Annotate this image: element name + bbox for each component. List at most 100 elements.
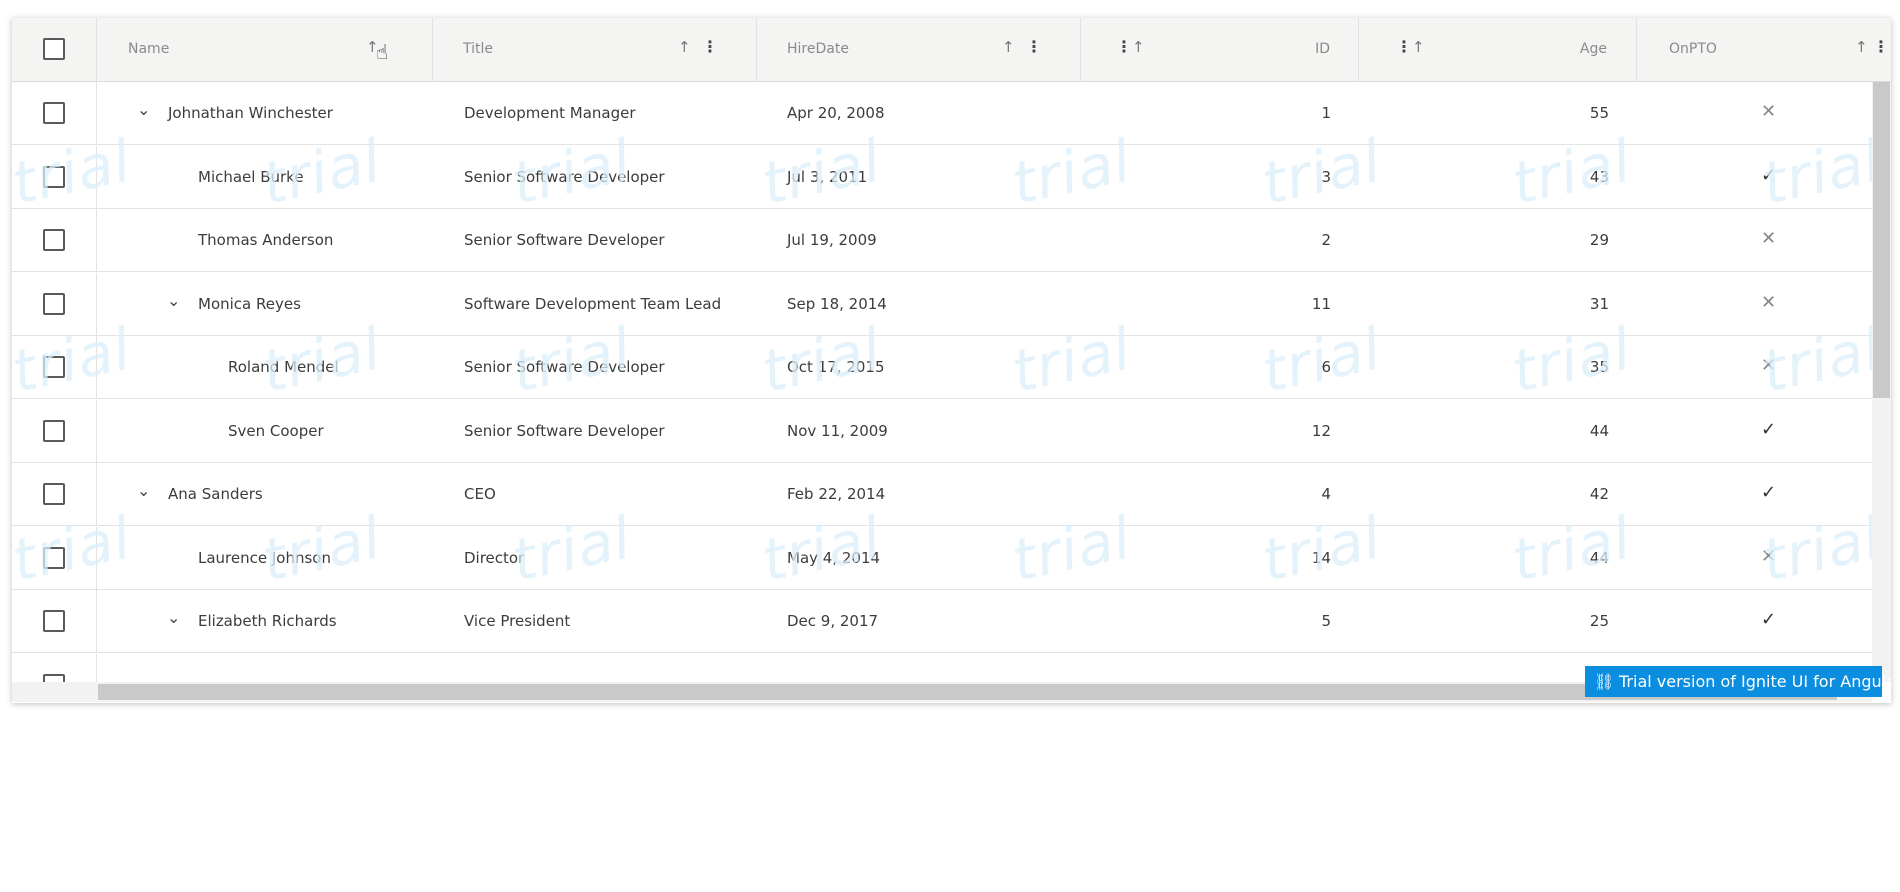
header-hiredate[interactable]: HireDate ↑ ⋮: [757, 18, 1081, 81]
row-checkbox[interactable]: [43, 419, 65, 442]
more-vertical-icon[interactable]: ⋮: [1873, 37, 1889, 56]
select-all-checkbox[interactable]: [43, 38, 65, 60]
more-vertical-icon[interactable]: ⋮: [702, 37, 718, 56]
table-row[interactable]: Michael Burke Senior Software Developer Ju…: [12, 145, 1872, 209]
header-title[interactable]: Title ↑ ⋮: [433, 18, 757, 81]
row-select-cell: [12, 463, 97, 526]
cell-id: 11: [1311, 294, 1331, 313]
cell-hiredate: Oct 17, 2015: [787, 358, 885, 376]
cell-title: CEO: [464, 485, 496, 503]
header-hiredate-label: HireDate: [787, 41, 849, 57]
link-icon: ⛓: [1594, 672, 1615, 691]
cell-hiredate: Dec 9, 2017: [787, 612, 879, 630]
cell-id: 4: [1321, 485, 1331, 503]
trial-version-link[interactable]: ⛓ Trial version of Ignite UI for Angular: [1585, 666, 1891, 697]
cell-hiredate: May 4, 2014: [787, 548, 881, 567]
row-checkbox[interactable]: [43, 229, 65, 251]
row-select-cell: [12, 82, 97, 145]
cell-age: 35: [1589, 358, 1609, 376]
vertical-scroll-thumb[interactable]: [1873, 82, 1890, 398]
cell-age: 55: [1589, 104, 1609, 122]
row-checkbox[interactable]: [43, 102, 65, 124]
header-id[interactable]: ⋮ ↑ ID: [1081, 18, 1359, 81]
expand-chevron-down-icon[interactable]: ⌄: [137, 481, 150, 500]
hand-cursor-icon: ☝: [376, 40, 389, 64]
check-icon: ✓: [1761, 164, 1777, 186]
cell-name: Monica Reyes: [198, 294, 301, 313]
cell-hiredate: Feb 22, 2014: [787, 485, 886, 503]
header-id-label: ID: [1315, 41, 1330, 57]
row-checkbox[interactable]: [43, 292, 65, 315]
table-row[interactable]: Roland Mendel Senior Software Developer Oc…: [12, 336, 1872, 399]
table-row[interactable]: Laurence Johnson Director May 4, 2014 14 44 ✕: [12, 526, 1872, 590]
sort-arrow-up-icon[interactable]: ↑: [1412, 38, 1425, 56]
cell-id: 2: [1321, 231, 1331, 249]
cell-title: Senior Software Developer: [464, 358, 665, 376]
expand-chevron-down-icon[interactable]: ⌄: [167, 291, 180, 310]
check-icon: ✓: [1761, 609, 1777, 630]
more-vertical-icon[interactable]: ⋮: [1026, 37, 1042, 56]
cell-age: 44: [1589, 421, 1609, 440]
check-icon: ✓: [1761, 418, 1777, 440]
row-select-cell: [12, 145, 97, 209]
cell-name: Sven Cooper: [228, 421, 324, 440]
row-checkbox[interactable]: [43, 483, 65, 505]
cell-id: 1: [1321, 104, 1331, 122]
header-select-cell: [12, 18, 97, 81]
table-row[interactable]: ⌄ Monica Reyes Software Development Team L…: [12, 272, 1872, 336]
sort-arrow-up-icon[interactable]: ↑: [1855, 38, 1868, 56]
tree-grid: Name ↑ Title ↑ ⋮ HireDate ↑ ⋮ ⋮ ↑ ID ⋮ ↑…: [12, 18, 1891, 703]
cell-hiredate: Nov 11, 2009: [787, 421, 888, 440]
close-icon: ✕: [1761, 355, 1777, 376]
sort-arrow-up-icon[interactable]: ↑: [678, 38, 691, 56]
row-select-cell: [12, 209, 97, 272]
table-row[interactable]: ⌄ Ana Sanders CEO Feb 22, 2014 4 42 ✓: [12, 463, 1872, 526]
cell-age: 25: [1589, 612, 1609, 630]
cell-id: 3: [1321, 167, 1331, 186]
cell-age: 44: [1589, 548, 1609, 567]
table-row[interactable]: Sven Cooper Senior Software Developer Nov …: [12, 399, 1872, 463]
cell-name: Ana Sanders: [168, 485, 263, 503]
cell-id: 14: [1311, 548, 1331, 567]
expand-chevron-down-icon[interactable]: ⌄: [137, 100, 150, 119]
row-checkbox[interactable]: [43, 610, 65, 632]
more-vertical-icon[interactable]: ⋮: [1396, 37, 1412, 56]
more-vertical-icon[interactable]: ⋮: [1116, 37, 1132, 56]
row-select-cell: [12, 272, 97, 336]
cell-title: Vice President: [464, 612, 571, 630]
cell-title: Software Development Team Lead: [464, 294, 722, 313]
cell-name: Thomas Anderson: [198, 231, 334, 249]
cell-id: 12: [1311, 421, 1331, 440]
table-row[interactable]: ⌄ Johnathan Winchester Development Manager…: [12, 82, 1872, 145]
cell-hiredate: Sep 18, 2014: [787, 294, 887, 313]
check-icon: ✓: [1761, 482, 1777, 503]
cell-id: 5: [1321, 612, 1331, 630]
grid-header: Name ↑ Title ↑ ⋮ HireDate ↑ ⋮ ⋮ ↑ ID ⋮ ↑…: [12, 18, 1891, 82]
sort-arrow-up-icon[interactable]: ↑: [1132, 38, 1145, 56]
close-icon: ✕: [1761, 545, 1777, 567]
sort-arrow-up-icon[interactable]: ↑: [1002, 38, 1015, 56]
cell-name: Roland Mendel: [228, 358, 339, 376]
header-name-label: Name: [128, 41, 170, 57]
close-icon: ✕: [1761, 101, 1777, 122]
header-age[interactable]: ⋮ ↑ Age: [1359, 18, 1637, 81]
row-select-cell: [12, 526, 97, 590]
grid-body: ⌄ Johnathan Winchester Development Manager…: [12, 82, 1872, 701]
vertical-scrollbar[interactable]: [1872, 82, 1891, 682]
table-row[interactable]: ⌄ Elizabeth Richards Vice President Dec 9, …: [12, 590, 1872, 653]
cell-name: Elizabeth Richards: [198, 612, 337, 630]
header-age-label: Age: [1579, 41, 1607, 57]
table-row[interactable]: Thomas Anderson Senior Software Developer…: [12, 209, 1872, 272]
row-select-cell: [12, 590, 97, 653]
horizontal-scroll-thumb[interactable]: [98, 684, 1837, 700]
header-onpto[interactable]: OnPTO ↑ ⋮: [1637, 18, 1891, 81]
close-icon: ✕: [1761, 228, 1777, 249]
row-select-cell: [12, 399, 97, 463]
row-select-cell: [12, 336, 97, 399]
expand-chevron-down-icon[interactable]: ⌄: [167, 608, 180, 627]
row-checkbox[interactable]: [43, 165, 65, 188]
cell-age: 31: [1589, 294, 1609, 313]
row-checkbox[interactable]: [43, 546, 65, 569]
cell-title: Development Manager: [464, 104, 636, 122]
row-checkbox[interactable]: [43, 356, 65, 378]
